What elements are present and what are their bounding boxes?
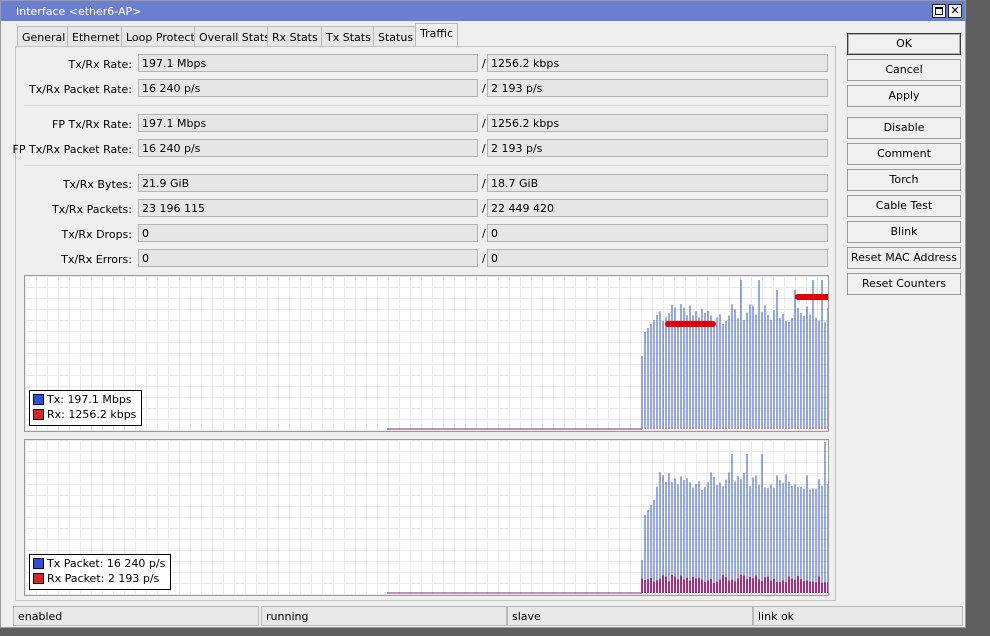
txrx-drops-label: Tx/Rx Drops: <box>61 228 133 241</box>
disable-button[interactable]: Disable <box>847 117 961 139</box>
reset-counters-button[interactable]: Reset Counters <box>847 273 961 295</box>
fp-tx-rate-field[interactable]: 197.1 Mbps <box>138 114 478 132</box>
separator: / <box>482 227 486 240</box>
separator: / <box>482 57 486 70</box>
legend-tx-packet-label: Tx Packet: <box>47 557 104 570</box>
comment-button[interactable]: Comment <box>847 143 961 165</box>
tab-loop-protect[interactable]: Loop Protect <box>121 26 200 47</box>
packet-graph: Tx Packet: 16 240 p/s Rx Packet: 2 193 p… <box>24 439 829 596</box>
tx-rate-field[interactable]: 197.1 Mbps <box>138 54 478 72</box>
tx-drops-field[interactable]: 0 <box>138 224 478 242</box>
rx-bytes-field[interactable]: 18.7 GiB <box>487 174 828 192</box>
fp-txrx-rate-label: FP Tx/Rx Rate: <box>52 118 132 131</box>
maximize-icon <box>935 7 943 15</box>
rx-packet-swatch <box>33 573 44 584</box>
status-link: link ok <box>753 606 963 626</box>
tx-errors-field[interactable]: 0 <box>138 249 478 267</box>
legend-tx-packet: Tx Packet: 16 240 p/s <box>33 557 165 572</box>
rx-swatch <box>33 409 44 420</box>
separator: / <box>482 177 486 190</box>
legend-rx-packet-label: Rx Packet: <box>47 572 105 585</box>
legend-tx-label: Tx: <box>47 393 64 406</box>
cancel-button[interactable]: Cancel <box>847 59 961 81</box>
tx-bytes-field[interactable]: 21.9 GiB <box>138 174 478 192</box>
close-icon: ✕ <box>950 4 960 17</box>
legend-tx: Tx: 197.1 Mbps <box>33 393 136 408</box>
interface-window: Interface <ether6-AP> ✕ General Ethernet… <box>0 0 966 628</box>
fp-rx-rate-field[interactable]: 1256.2 kbps <box>487 114 828 132</box>
packet-legend: Tx Packet: 16 240 p/s Rx Packet: 2 193 p… <box>29 554 172 590</box>
txrx-packet-rate-label: Tx/Rx Packet Rate: <box>29 83 132 96</box>
tx-packet-rate-field[interactable]: 16 240 p/s <box>138 79 478 97</box>
legend-rx-packet-value: 2 193 p/s <box>107 572 160 585</box>
legend-tx-value: 197.1 Mbps <box>67 393 132 406</box>
close-button[interactable]: ✕ <box>948 4 962 18</box>
fp-tx-packet-rate-field[interactable]: 16 240 p/s <box>138 139 478 157</box>
tx-packets-field[interactable]: 23 196 115 <box>138 199 478 217</box>
txrx-errors-label: Tx/Rx Errors: <box>61 253 132 266</box>
status-slave: slave <box>507 606 753 626</box>
separator: / <box>482 82 486 95</box>
tab-rx-stats[interactable]: Rx Stats <box>267 26 323 47</box>
torch-button[interactable]: Torch <box>847 169 961 191</box>
tx-packet-swatch <box>33 558 44 569</box>
apply-button[interactable]: Apply <box>847 85 961 107</box>
rx-rate-field[interactable]: 1256.2 kbps <box>487 54 828 72</box>
rx-errors-field[interactable]: 0 <box>487 249 828 267</box>
txrx-rate-label: Tx/Rx Rate: <box>68 58 132 71</box>
txrx-packets-label: Tx/Rx Packets: <box>51 203 132 216</box>
tab-general[interactable]: General <box>17 26 71 47</box>
status-enabled: enabled <box>13 606 259 626</box>
txrx-bytes-label: Tx/Rx Bytes: <box>62 178 132 191</box>
legend-rx-label: Rx: <box>47 408 65 421</box>
legend-rx-value: 1256.2 kbps <box>68 408 137 421</box>
section-divider <box>24 165 829 166</box>
status-bar: enabled running slave link ok <box>13 606 963 626</box>
tab-ethernet[interactable]: Ethernet <box>67 26 125 47</box>
tab-overall-stats[interactable]: Overall Stats <box>194 26 275 47</box>
traffic-graph: Tx: 197.1 Mbps Rx: 1256.2 kbps <box>24 275 829 432</box>
fp-rx-packet-rate-field[interactable]: 2 193 p/s <box>487 139 828 157</box>
rx-packet-rate-field[interactable]: 2 193 p/s <box>487 79 828 97</box>
status-running: running <box>261 606 507 626</box>
legend-rx: Rx: 1256.2 kbps <box>33 408 136 423</box>
legend-rx-packet: Rx Packet: 2 193 p/s <box>33 572 165 587</box>
tx-swatch <box>33 394 44 405</box>
tab-traffic[interactable]: Traffic <box>415 23 459 47</box>
title-bar[interactable]: Interface <ether6-AP> ✕ <box>1 1 965 21</box>
separator: / <box>482 142 486 155</box>
traffic-panel: Tx/Rx Rate: 197.1 Mbps / 1256.2 kbps Tx/… <box>13 46 836 601</box>
separator: / <box>482 252 486 265</box>
window-title: Interface <ether6-AP> <box>16 5 142 18</box>
traffic-legend: Tx: 197.1 Mbps Rx: 1256.2 kbps <box>29 390 143 426</box>
legend-tx-packet-value: 16 240 p/s <box>106 557 166 570</box>
ok-button[interactable]: OK <box>847 33 961 55</box>
separator: / <box>482 117 486 130</box>
rx-drops-field[interactable]: 0 <box>487 224 828 242</box>
fp-txrx-packet-rate-label: FP Tx/Rx Packet Rate: <box>12 143 132 156</box>
traffic-graph-plot <box>387 280 828 430</box>
tab-tx-stats[interactable]: Tx Stats <box>321 26 376 47</box>
reset-mac-button[interactable]: Reset MAC Address <box>847 247 961 269</box>
section-divider <box>24 105 829 106</box>
tab-status[interactable]: Status <box>373 26 419 47</box>
maximize-button[interactable] <box>932 4 946 18</box>
rx-packets-field[interactable]: 22 449 420 <box>487 199 828 217</box>
separator: / <box>482 202 486 215</box>
cable-test-button[interactable]: Cable Test <box>847 195 961 217</box>
blink-button[interactable]: Blink <box>847 221 961 243</box>
